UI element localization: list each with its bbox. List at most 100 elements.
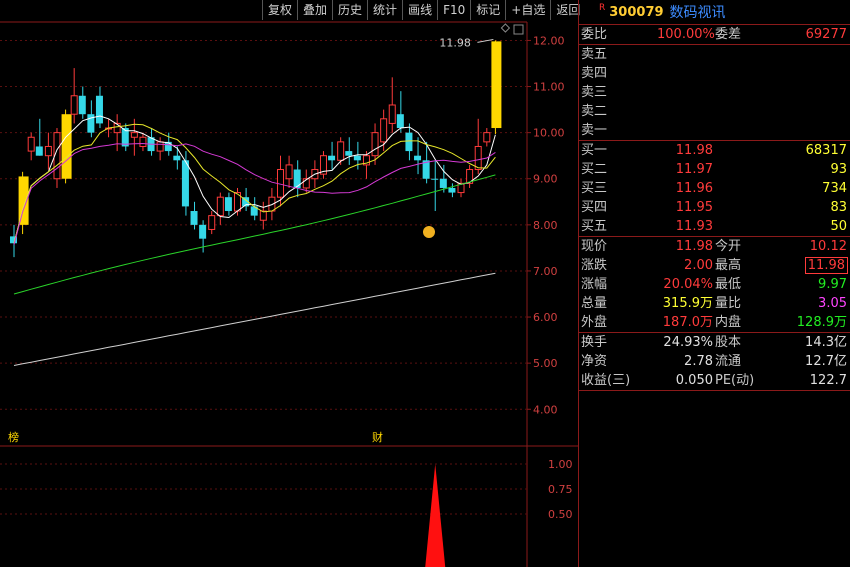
- bid-volume: 50: [830, 219, 847, 234]
- candle-body[interactable]: [224, 197, 232, 212]
- bid-price: 11.97: [675, 162, 713, 177]
- quote-row-pct: 涨幅 20.04% 最低 9.97: [579, 275, 850, 294]
- candle-body[interactable]: [285, 164, 293, 180]
- bid-volume: 734: [822, 181, 847, 196]
- candle-body[interactable]: [431, 178, 439, 180]
- outer-label: 外盘: [581, 315, 608, 330]
- volume-ratio-label: 量比: [715, 296, 742, 311]
- candle-body[interactable]: [439, 178, 447, 188]
- fuquan-button[interactable]: 复权: [262, 0, 297, 20]
- price-tick-label: 12.00: [533, 34, 565, 47]
- kline-chart[interactable]: 12.00 11.00 10.00 9.00 8.00 7.00 6.00 5.00 4.00 1…: [0, 0, 578, 567]
- candle-body[interactable]: [181, 160, 189, 207]
- pe-label: PE(动): [715, 373, 755, 388]
- bid-label: 买三: [581, 181, 608, 196]
- ask-label: 卖一: [581, 123, 608, 138]
- shares-label: 股本: [715, 335, 742, 350]
- statistics-button[interactable]: 统计: [367, 0, 402, 20]
- candle-body[interactable]: [35, 146, 43, 156]
- add-watchlist-button[interactable]: +自选: [505, 0, 550, 20]
- quote-panel: R 300079 数码视讯 委比 100.00% 委差 69277 卖五卖四 卖三…: [578, 0, 850, 567]
- candle-body[interactable]: [190, 211, 198, 225]
- bid-row[interactable]: 买四 11.95 83: [579, 198, 850, 217]
- stock-header: R 300079 数码视讯: [579, 0, 850, 24]
- bid-row[interactable]: 买二 11.97 93: [579, 160, 850, 179]
- candle-body[interactable]: [328, 155, 336, 161]
- open-label: 今开: [715, 239, 742, 254]
- bid-volume: 68317: [805, 143, 847, 158]
- ma20-line: [13, 142, 496, 245]
- draw-line-button[interactable]: 画线: [402, 0, 437, 20]
- candle-body[interactable]: [216, 196, 224, 217]
- stock-name[interactable]: 数码视讯: [670, 2, 726, 22]
- candle-body[interactable]: [78, 95, 86, 115]
- candle-body[interactable]: [414, 155, 422, 161]
- ask-row[interactable]: 卖四: [579, 64, 850, 83]
- f10-button[interactable]: F10: [437, 0, 470, 20]
- indicator-tick-label: 1.00: [548, 458, 573, 471]
- indicator-spike[interactable]: [425, 464, 446, 567]
- ask-row[interactable]: 卖三: [579, 83, 850, 102]
- candle-body[interactable]: [405, 132, 413, 152]
- candle-body[interactable]: [139, 136, 147, 147]
- r-badge: R: [599, 3, 606, 13]
- volume-ratio-value: 3.05: [818, 296, 847, 311]
- history-button[interactable]: 历史: [332, 0, 367, 20]
- order-diff-value: 69277: [805, 27, 847, 42]
- candle-body[interactable]: [130, 132, 138, 138]
- quote-row-volume: 总量 315.9万 量比 3.05: [579, 294, 850, 313]
- bid-row[interactable]: 买五 11.93 50: [579, 217, 850, 236]
- price-label: 现价: [581, 239, 608, 254]
- order-ratio-row: 委比 100.00% 委差 69277: [579, 25, 850, 44]
- overlay-button[interactable]: 叠加: [297, 0, 332, 20]
- cai-marker[interactable]: 财: [372, 429, 383, 445]
- candle-body[interactable]: [353, 155, 361, 161]
- high-value: 11.98: [804, 257, 848, 274]
- bid-list: 买一 11.98 68317 买二 11.97 93 买三 11.96 734 买四 11.95 83…: [579, 141, 850, 236]
- bid-row[interactable]: 买三 11.96 734: [579, 179, 850, 198]
- candle-body[interactable]: [156, 141, 164, 152]
- ask-label: 卖五: [581, 47, 608, 62]
- candle-body[interactable]: [337, 141, 345, 161]
- candle-body[interactable]: [61, 114, 72, 179]
- candle-body[interactable]: [345, 151, 353, 156]
- candle-body[interactable]: [27, 136, 35, 152]
- bid-row[interactable]: 买一 11.98 68317: [579, 141, 850, 160]
- candle-body[interactable]: [448, 187, 456, 193]
- float-label: 流通: [715, 354, 742, 369]
- candle-body[interactable]: [491, 41, 502, 129]
- indicator-tick-label: 0.75: [548, 483, 573, 496]
- window-toggle-icon[interactable]: [513, 24, 524, 35]
- mark-button[interactable]: 标记: [470, 0, 505, 20]
- candle-body[interactable]: [208, 215, 216, 230]
- diamond-icon[interactable]: [500, 23, 511, 33]
- candle-body[interactable]: [483, 132, 491, 143]
- candle-body[interactable]: [371, 132, 379, 157]
- ask-row[interactable]: 卖一: [579, 121, 850, 140]
- bid-volume: 83: [830, 200, 847, 215]
- bid-price: 11.96: [675, 181, 713, 196]
- candle-body[interactable]: [95, 95, 103, 124]
- ask-row[interactable]: 卖五: [579, 45, 850, 64]
- candle-body[interactable]: [396, 114, 404, 129]
- eps-label: 收益(三): [581, 373, 631, 388]
- price-tick-label: 11.00: [533, 81, 565, 94]
- stock-code[interactable]: 300079: [609, 5, 663, 20]
- open-value: 10.12: [809, 239, 847, 254]
- candle-body[interactable]: [70, 95, 78, 115]
- ask-row[interactable]: 卖二: [579, 102, 850, 121]
- pct-label: 涨幅: [581, 277, 608, 292]
- fund-row-netasset: 净资 2.78 流通 12.7亿: [579, 352, 850, 371]
- price-tick-label: 9.00: [533, 173, 558, 186]
- bang-marker[interactable]: 榜: [8, 429, 19, 445]
- candle-body[interactable]: [199, 224, 207, 239]
- candle-body[interactable]: [388, 104, 396, 124]
- pct-value: 20.04%: [663, 277, 713, 292]
- candle-body[interactable]: [44, 145, 52, 157]
- candle-body[interactable]: [173, 155, 181, 161]
- candle-body[interactable]: [474, 145, 482, 171]
- money-bag-icon[interactable]: [423, 226, 435, 238]
- candle-body[interactable]: [380, 118, 388, 143]
- outer-value: 187.0万: [662, 315, 713, 330]
- bid-price: 11.95: [675, 200, 713, 215]
